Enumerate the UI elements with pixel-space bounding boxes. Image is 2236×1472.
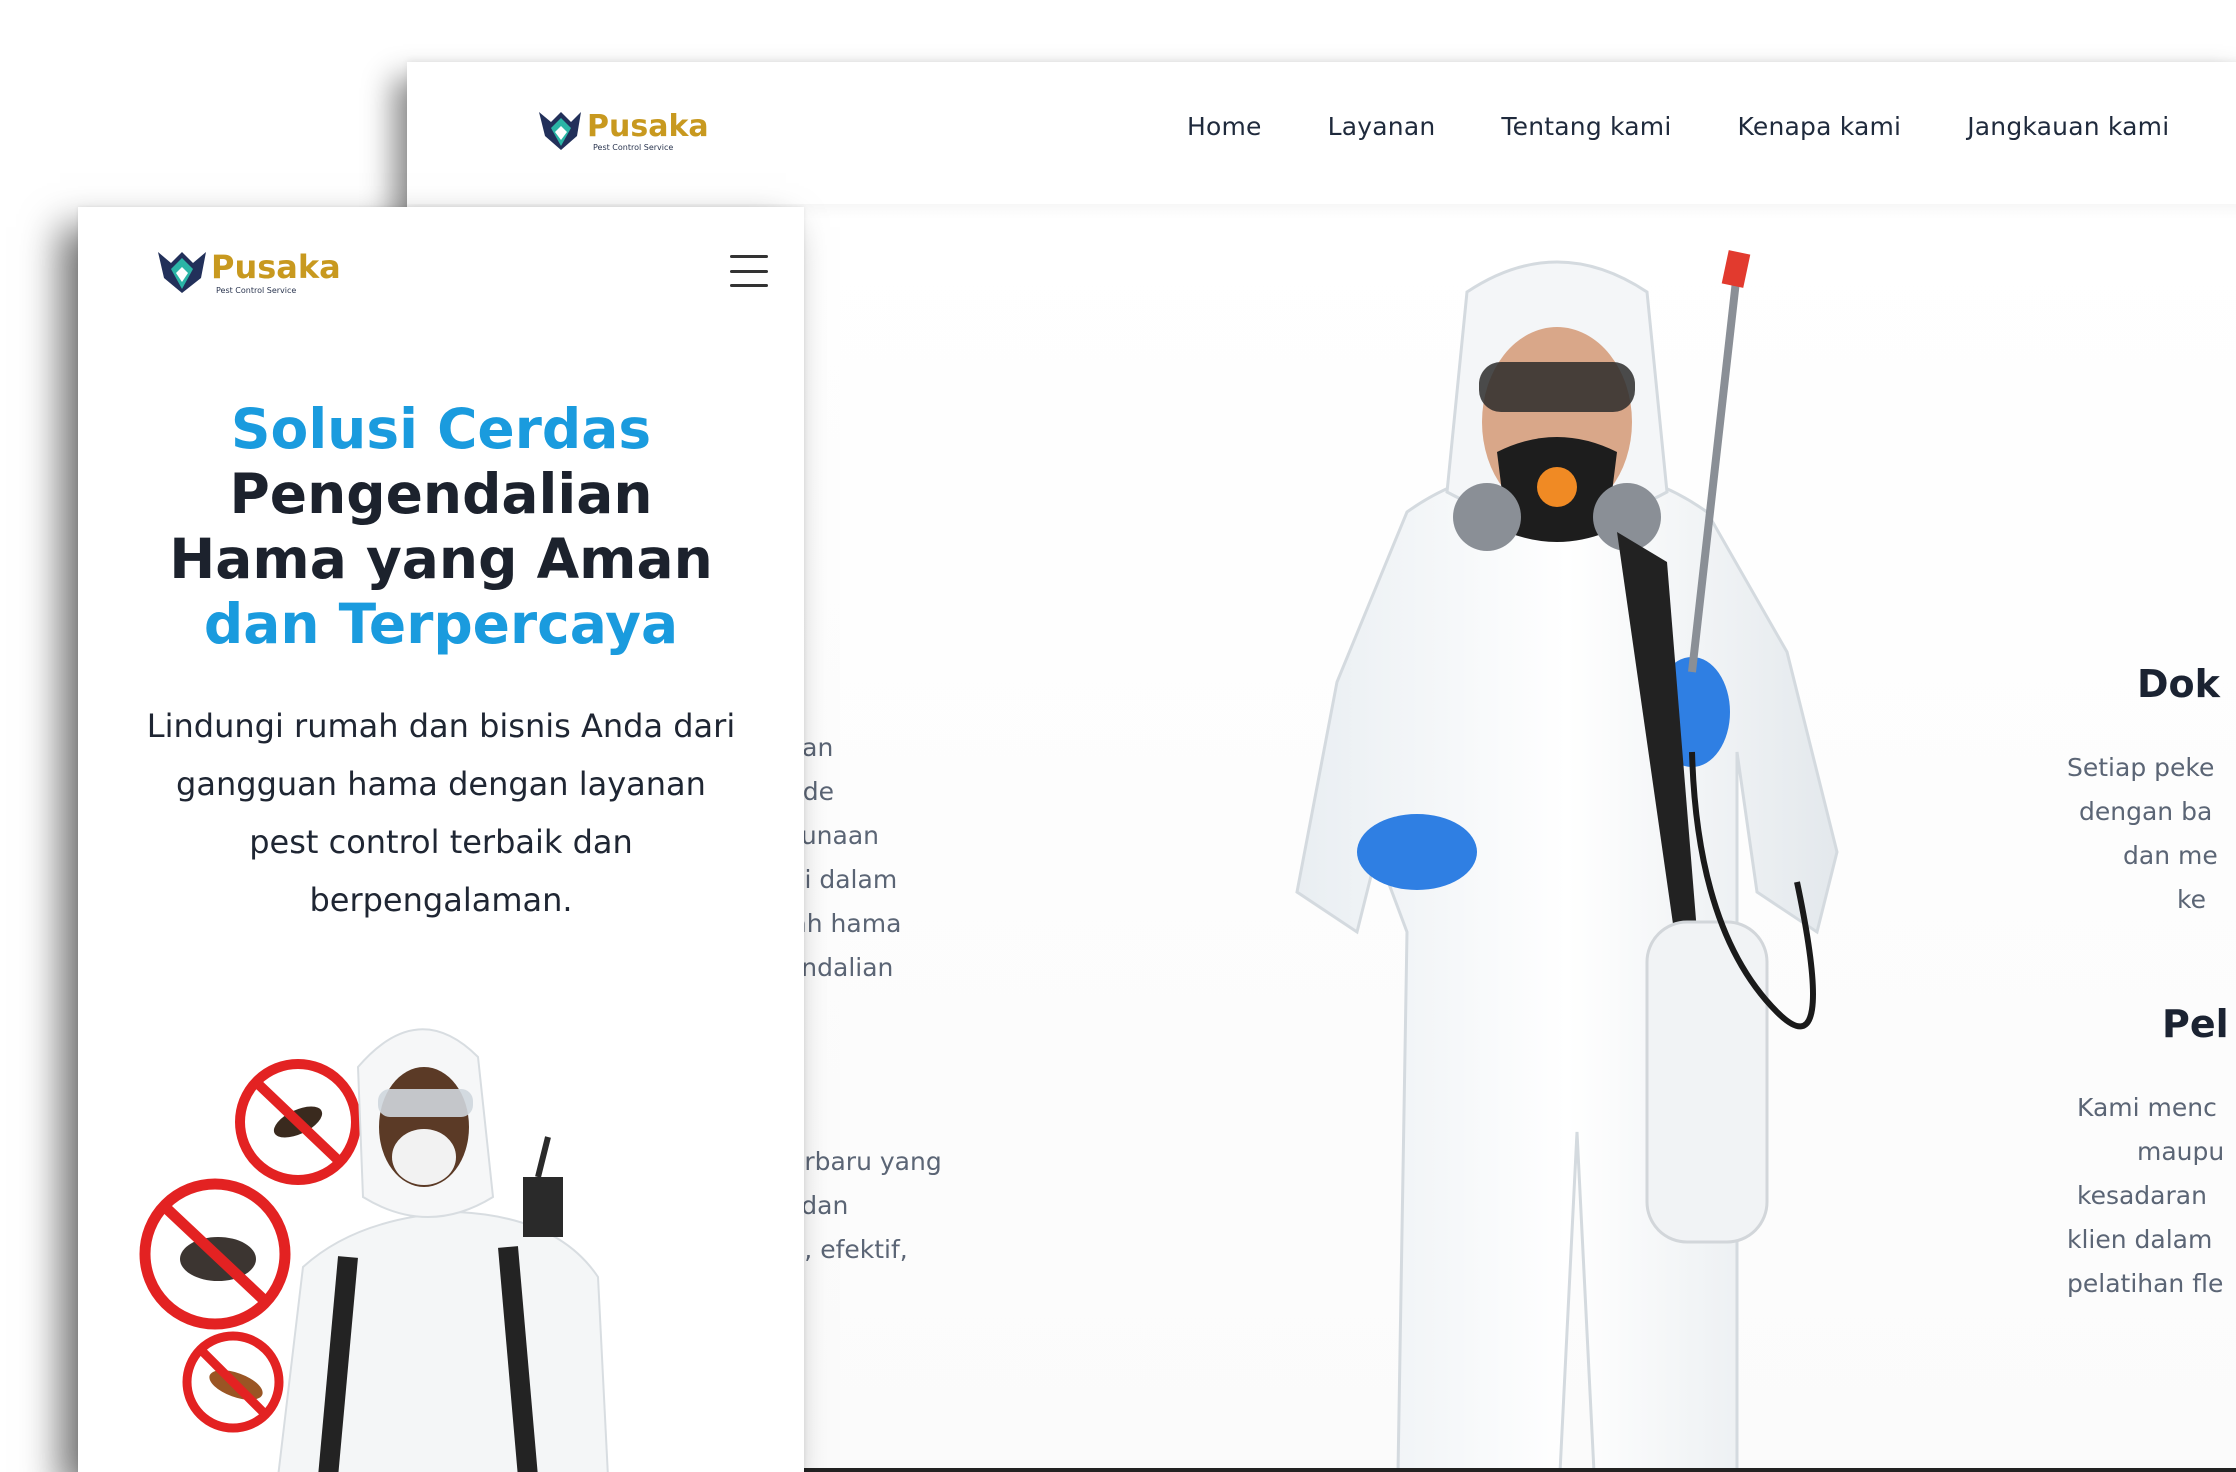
brand-logo[interactable]: Pusaka Pest Control Service bbox=[537, 106, 737, 156]
headline-line: dan Terpercaya bbox=[203, 592, 679, 656]
no-rat-sign-icon bbox=[139, 1178, 291, 1330]
feature-item: Pel Kami menc maupu kesadaran klien dala… bbox=[2027, 1002, 2236, 1306]
svg-text:Pusaka: Pusaka bbox=[211, 248, 341, 286]
svg-text:Pusaka: Pusaka bbox=[587, 109, 709, 144]
feature-line: Kami menc bbox=[2077, 1093, 2217, 1122]
feature-line: ke bbox=[2177, 885, 2206, 914]
feature-line: dengan ba bbox=[2079, 797, 2213, 826]
feature-line: kesadaran bbox=[2077, 1181, 2207, 1210]
desktop-header: Pusaka Pest Control Service Home Layanan… bbox=[407, 62, 2236, 204]
hamburger-icon bbox=[730, 255, 768, 258]
feature-title: Dok bbox=[2137, 662, 2220, 706]
nav-tentang-kami[interactable]: Tentang kami bbox=[1501, 112, 1671, 141]
desktop-nav: Home Layanan Tentang kami Kenapa kami Ja… bbox=[1187, 112, 2169, 141]
pest-control-hero-image bbox=[139, 1028, 609, 1472]
hamburger-icon bbox=[730, 269, 768, 273]
feature-line: maupu bbox=[2137, 1137, 2225, 1166]
desktop-feature-column-right: Dok Setiap peke dengan ba dan me ke Pel … bbox=[2027, 662, 2236, 1372]
hero-headline: Solusi Cerdas Pengendalian Hama yang Ama… bbox=[78, 397, 804, 657]
nav-layanan[interactable]: Layanan bbox=[1328, 112, 1436, 141]
feature-line: klien dalam bbox=[2067, 1225, 2213, 1254]
nav-home[interactable]: Home bbox=[1187, 112, 1262, 141]
feature-title: Pel bbox=[2162, 1002, 2229, 1046]
feature-item: Dok Setiap peke dengan ba dan me ke bbox=[2027, 662, 2236, 922]
feature-description: Kami menc maupu kesadaran klien dalam pe… bbox=[2027, 1086, 2236, 1306]
mobile-mockup: Pusaka Pest Control Service Solusi Cerda… bbox=[78, 207, 804, 1472]
headline-line: Hama yang Aman bbox=[169, 527, 713, 591]
no-roach-sign-icon bbox=[182, 1331, 284, 1433]
nav-kenapa-kami[interactable]: Kenapa kami bbox=[1738, 112, 1902, 141]
headline-line: Pengendalian bbox=[229, 462, 653, 526]
feature-description: Setiap peke dengan ba dan me ke bbox=[2027, 746, 2236, 922]
feature-line: dan me bbox=[2123, 841, 2218, 870]
brand-logo[interactable]: Pusaka Pest Control Service bbox=[156, 245, 366, 299]
hamburger-icon bbox=[730, 284, 768, 287]
feature-line: Setiap peke bbox=[2067, 753, 2215, 782]
pest-control-technician-image bbox=[1295, 250, 1839, 1472]
no-cockroach-sign-icon bbox=[235, 1059, 361, 1185]
svg-text:Pest Control Service: Pest Control Service bbox=[216, 286, 296, 295]
headline-line: Solusi Cerdas bbox=[230, 397, 652, 461]
hamburger-menu-button[interactable] bbox=[730, 255, 768, 287]
logo-mark-icon bbox=[158, 252, 206, 293]
nav-jangkauan-kami[interactable]: Jangkauan kami bbox=[1967, 112, 2169, 141]
logo-mark-icon bbox=[539, 112, 581, 150]
svg-text:Pest Control Service: Pest Control Service bbox=[593, 143, 673, 152]
feature-line: pelatihan fle bbox=[2067, 1269, 2224, 1298]
hero-subtext: Lindungi rumah dan bisnis Anda dari gang… bbox=[146, 707, 736, 919]
